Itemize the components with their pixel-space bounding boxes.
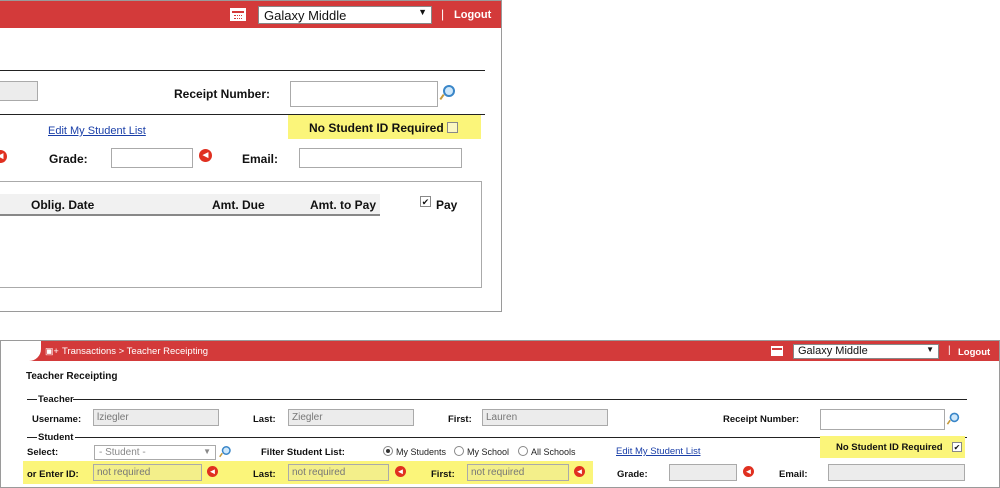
- grade-input[interactable]: [111, 148, 193, 168]
- student-select-value: - Student -: [99, 447, 146, 458]
- separator: |: [441, 7, 445, 21]
- dropdown-arrow-icon: ▼: [203, 447, 211, 456]
- username-field[interactable]: lziegler: [93, 409, 219, 426]
- no-student-id-checkbox[interactable]: ✔: [952, 442, 962, 452]
- zoomed-detail-panel: Galaxy Middle ▼ | Logout Receipt Number:…: [0, 0, 502, 312]
- divider: [27, 399, 37, 400]
- column-header-amt-to-pay: Amt. to Pay: [310, 198, 377, 212]
- logout-link[interactable]: Logout: [958, 347, 990, 358]
- separator: |: [948, 345, 951, 356]
- radio-label-my-students: My Students: [396, 447, 447, 457]
- email-field[interactable]: [828, 464, 965, 481]
- dropdown-arrow-icon: ▼: [418, 7, 427, 17]
- school-dropdown[interactable]: Galaxy Middle ▼: [793, 344, 939, 359]
- radio-label-my-school: My School: [467, 447, 510, 457]
- receipt-number-label: Receipt Number:: [174, 87, 271, 101]
- transactions-icon[interactable]: ▣+: [45, 346, 59, 357]
- clear-icon[interactable]: ◄: [0, 150, 7, 163]
- grade-label: Grade:: [617, 469, 648, 480]
- clear-grade-icon[interactable]: ◄: [199, 149, 212, 162]
- radio-label-all-schools: All Schools: [531, 447, 576, 457]
- first-name-field[interactable]: Lauren: [482, 409, 608, 426]
- divider: [27, 437, 37, 438]
- teacher-receipting-page: ▣+ Transactions > Teacher Receipting Gal…: [0, 340, 1000, 488]
- clear-last-icon[interactable]: ◄: [395, 466, 406, 477]
- logout-link[interactable]: Logout: [454, 9, 491, 21]
- email-input[interactable]: [299, 148, 462, 168]
- no-student-id-checkbox[interactable]: [447, 122, 458, 133]
- student-first-name-field[interactable]: not required: [467, 464, 569, 481]
- enter-id-field[interactable]: not required: [93, 464, 202, 481]
- no-student-id-label: No Student ID Required: [836, 442, 943, 453]
- pay-all-checkbox[interactable]: ✔: [420, 196, 431, 207]
- school-dropdown-value: Galaxy Middle: [798, 345, 868, 357]
- edit-student-list-link[interactable]: Edit My Student List: [616, 446, 700, 457]
- filter-student-list-label: Filter Student List:: [261, 447, 345, 458]
- student-last-name-field[interactable]: not required: [288, 464, 389, 481]
- tab-notch: [1, 341, 41, 361]
- receipt-number-label: Receipt Number:: [723, 414, 800, 425]
- divider: [0, 70, 485, 71]
- student-search-icon[interactable]: [219, 446, 231, 458]
- enter-id-label: or Enter ID:: [27, 469, 79, 480]
- last-label: Last:: [253, 414, 276, 425]
- first-name-label: First:: [431, 469, 455, 480]
- page-title: Teacher Receipting: [26, 371, 118, 382]
- email-label: Email:: [242, 152, 279, 166]
- last-name-label: Last:: [253, 469, 276, 480]
- calendar-icon[interactable]: [230, 8, 246, 21]
- teacher-section-title: Teacher: [38, 394, 74, 405]
- radio-all-schools[interactable]: [518, 446, 528, 456]
- select-label: Select:: [27, 447, 59, 458]
- column-header-amt-due: Amt. Due: [212, 198, 265, 212]
- obligations-table: Oblig. Date Amt. Due Amt. to Pay ✔ Pay: [0, 181, 482, 288]
- no-student-id-label: No Student ID Required: [309, 121, 444, 135]
- dropdown-arrow-icon: ▼: [926, 345, 934, 354]
- student-select[interactable]: - Student - ▼: [94, 445, 216, 460]
- receipt-number-input[interactable]: [820, 409, 945, 430]
- calendar-icon[interactable]: [771, 346, 783, 356]
- clear-first-icon[interactable]: ◄: [574, 466, 585, 477]
- grade-field[interactable]: [669, 464, 737, 481]
- first-name-field-partial[interactable]: [0, 81, 38, 101]
- email-label: Email:: [779, 469, 808, 480]
- school-dropdown-value: Galaxy Middle: [264, 8, 347, 23]
- school-dropdown[interactable]: Galaxy Middle ▼: [258, 6, 432, 24]
- radio-my-school[interactable]: [454, 446, 464, 456]
- column-header-pay: Pay: [436, 198, 458, 212]
- clear-grade-icon[interactable]: ◄: [743, 466, 754, 477]
- clear-id-icon[interactable]: ◄: [207, 466, 218, 477]
- column-header-oblig-date: Oblig. Date: [31, 198, 95, 212]
- student-section-title: Student: [38, 432, 74, 443]
- receipt-number-input[interactable]: [290, 81, 438, 107]
- username-label: Username:: [32, 414, 82, 425]
- breadcrumb[interactable]: Transactions > Teacher Receipting: [62, 346, 208, 357]
- last-name-field[interactable]: Ziegler: [288, 409, 414, 426]
- search-icon[interactable]: [439, 85, 455, 101]
- search-icon[interactable]: [946, 412, 960, 426]
- edit-student-list-link[interactable]: Edit My Student List: [48, 125, 146, 137]
- divider: [73, 399, 967, 400]
- first-label: First:: [448, 414, 472, 425]
- radio-my-students[interactable]: [383, 446, 393, 456]
- grade-label: Grade:: [49, 152, 88, 166]
